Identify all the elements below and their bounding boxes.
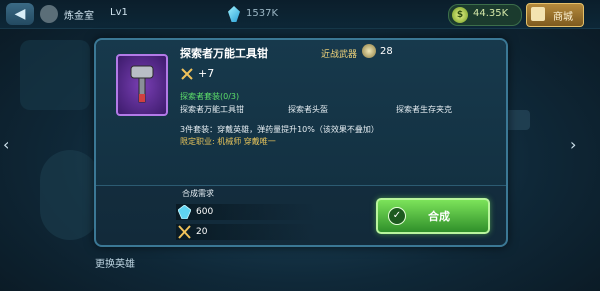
crystal-icon bbox=[228, 6, 240, 22]
level-label: Lv1 bbox=[110, 7, 128, 18]
coin-balance[interactable]: $ 44.35K bbox=[448, 4, 522, 26]
attack-bonus: +7 bbox=[198, 67, 215, 80]
previous-arrow-icon[interactable]: ‹ bbox=[3, 135, 9, 154]
set-item: 探索者生存夹克 bbox=[396, 105, 452, 114]
back-button[interactable]: ◀ bbox=[6, 3, 34, 25]
set-item: 探索者头盔 bbox=[288, 105, 328, 114]
crystal-count: 1537K bbox=[246, 8, 279, 19]
swap-hero-button[interactable]: 更换英雄 bbox=[95, 255, 135, 270]
craft-button-label: 合成 bbox=[428, 210, 450, 223]
shop-label: 商城 bbox=[553, 12, 573, 23]
cost-value: 600 bbox=[196, 207, 214, 217]
cost-row: 600 bbox=[176, 204, 316, 220]
page-title: 炼金室 bbox=[64, 11, 94, 22]
cost-value: 20 bbox=[196, 227, 208, 237]
shop-icon bbox=[531, 7, 545, 21]
item-portrait bbox=[116, 54, 168, 116]
check-icon: ✓ bbox=[388, 207, 406, 225]
cost-row: 20 bbox=[176, 224, 316, 240]
shop-button[interactable]: 商城 bbox=[526, 3, 584, 27]
power-icon bbox=[362, 44, 376, 58]
top-bar: ◀ 炼金室 Lv1 1537K $ 44.35K 商城 bbox=[0, 0, 600, 29]
crossed-swords-icon bbox=[181, 68, 193, 80]
wrench-weapon-icon bbox=[130, 65, 154, 103]
item-info-panel: 探索者万能工具钳 近战武器 28 +7 探索者套装(0/3) 探索者万能工具钳 … bbox=[96, 40, 506, 186]
next-arrow-icon[interactable]: › bbox=[570, 135, 576, 154]
set-item: 探索者万能工具钳 bbox=[180, 105, 244, 114]
background-hero bbox=[40, 150, 100, 240]
craft-button[interactable]: ✓ 合成 bbox=[376, 198, 490, 234]
background-portrait bbox=[20, 40, 90, 110]
crystal-icon bbox=[178, 205, 191, 219]
power-value: 28 bbox=[380, 46, 393, 57]
class-restriction: 限定职业: 机械师 穿戴唯一 bbox=[180, 137, 276, 146]
coin-icon: $ bbox=[452, 7, 468, 23]
crossed-swords-icon bbox=[178, 225, 191, 239]
coin-count: 44.35K bbox=[473, 8, 509, 19]
item-type: 近战武器 bbox=[321, 50, 358, 60]
set-name: 探索者套装(0/3) bbox=[180, 92, 240, 101]
hero-avatar-icon bbox=[40, 5, 58, 23]
set-bonus: 3件套装：穿戴英雄，弹药量提升10%（该效果不叠加） bbox=[180, 125, 379, 134]
item-name: 探索者万能工具钳 bbox=[180, 47, 268, 60]
item-detail-dialog: 探索者万能工具钳 近战武器 28 +7 探索者套装(0/3) 探索者万能工具钳 … bbox=[94, 38, 508, 247]
craft-requirement-label: 合成需求 bbox=[182, 189, 214, 198]
